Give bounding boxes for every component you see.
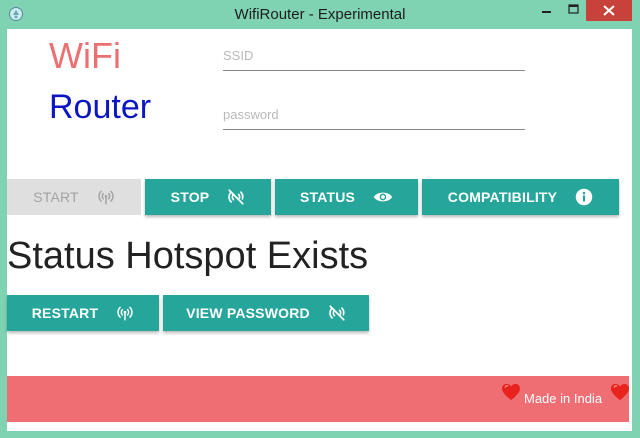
wifi-tethering-icon	[97, 188, 115, 206]
start-button-label: START	[33, 189, 79, 205]
heart-icon	[501, 383, 521, 401]
view-password-button-label: VIEW PASSWORD	[186, 305, 310, 321]
footer: Made in India	[7, 376, 629, 422]
portable-wifi-off-icon	[328, 304, 346, 322]
ssid-input[interactable]	[223, 41, 525, 71]
view-password-button[interactable]: VIEW PASSWORD	[163, 295, 369, 331]
wifi-tethering-icon	[116, 304, 134, 322]
eye-icon	[373, 190, 393, 204]
status-button[interactable]: STATUS	[275, 179, 418, 215]
heart-icon	[610, 383, 630, 401]
compatibility-button[interactable]: COMPATIBILITY	[422, 179, 619, 215]
minimize-button[interactable]	[533, 0, 560, 21]
title-bar[interactable]: WifiRouter - Experimental	[0, 0, 640, 29]
app-content: WiFi Router START STOP STATUS	[7, 29, 632, 431]
password-input[interactable]	[223, 100, 525, 130]
info-icon	[575, 188, 593, 206]
status-heading: Status Hotspot Exists	[7, 235, 369, 277]
portable-wifi-off-icon	[227, 188, 245, 206]
start-button[interactable]: START	[7, 179, 141, 215]
logo-router-text: Router	[49, 88, 152, 126]
restart-button[interactable]: RESTART	[7, 295, 159, 331]
maximize-button[interactable]	[560, 0, 587, 21]
compatibility-button-label: COMPATIBILITY	[447, 189, 558, 205]
logo-wifi-text: WiFi	[49, 35, 121, 76]
stop-button[interactable]: STOP	[145, 179, 271, 215]
status-button-label: STATUS	[299, 189, 356, 205]
footer-text: Made in India	[524, 391, 603, 406]
close-button[interactable]	[586, 0, 632, 21]
stop-button-label: STOP	[170, 189, 210, 205]
restart-button-label: RESTART	[31, 305, 99, 321]
